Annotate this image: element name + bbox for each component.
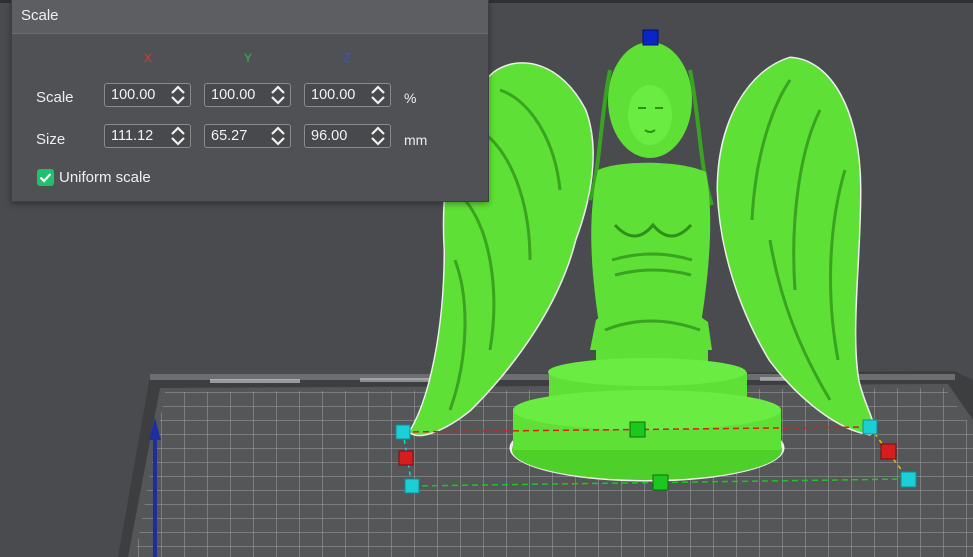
spin-arrows-icon[interactable] [270,85,286,105]
size-z-value: 96.00 [311,128,348,144]
size-y-input[interactable]: 65.27 [204,124,291,148]
size-x-input[interactable]: 111.12 [104,124,191,148]
axis-label-y: Y [243,51,252,65]
panel-title: Scale [12,0,488,34]
scale-y-input[interactable]: 100.00 [204,83,291,107]
axis-label-z: Z [343,51,351,65]
scale-handle-x[interactable] [398,450,414,466]
scale-x-value: 100.00 [111,87,156,103]
checkmark-icon [39,173,52,183]
scale-x-input[interactable]: 100.00 [104,83,191,107]
size-z-input[interactable]: 96.00 [304,124,391,148]
scale-handle-corner[interactable] [862,419,878,435]
scale-handle-y[interactable] [629,421,646,438]
spin-arrows-icon[interactable] [270,126,286,146]
scale-z-value: 100.00 [311,87,356,103]
scale-handle-corner[interactable] [900,471,917,488]
scale-z-input[interactable]: 100.00 [304,83,391,107]
axis-label-x: X [143,51,152,65]
spin-arrows-icon[interactable] [170,85,186,105]
spin-arrows-icon[interactable] [370,85,386,105]
scale-handle-x[interactable] [880,443,897,460]
size-unit: mm [404,132,428,148]
scale-panel: Scale X Y Z Scale 100.00 100.00 100.00 %… [11,0,489,202]
uniform-scale-checkbox[interactable] [37,169,54,186]
size-x-value: 111.12 [111,128,154,144]
scale-handle-y[interactable] [652,474,669,491]
scale-row-label: Scale [36,89,74,106]
scale-handle-corner[interactable] [404,478,420,494]
scale-unit: % [404,90,417,106]
scale-handle-z[interactable] [642,29,659,46]
scale-handle-corner[interactable] [395,424,411,440]
uniform-scale-label[interactable]: Uniform scale [59,169,151,186]
spin-arrows-icon[interactable] [370,126,386,146]
size-row-label: Size [36,131,66,148]
spin-arrows-icon[interactable] [170,126,186,146]
size-y-value: 65.27 [211,128,248,144]
scale-y-value: 100.00 [211,87,256,103]
